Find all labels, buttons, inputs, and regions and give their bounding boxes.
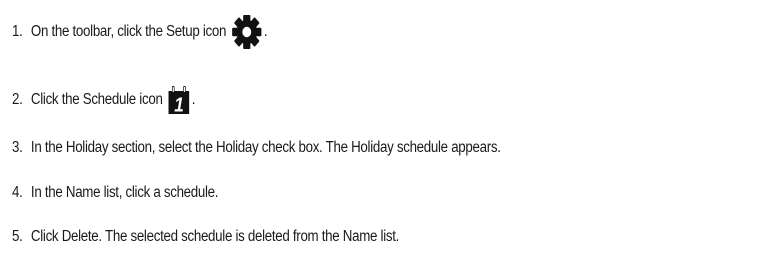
step-4: 4. In the Name list, click a schedule. bbox=[12, 183, 219, 203]
step-text: On the toolbar, click the Setup icon bbox=[30, 23, 227, 40]
step-2: 2. Click the Schedule icon 1 . bbox=[12, 83, 196, 117]
step-number: 4. bbox=[12, 184, 23, 201]
step-text: In the Holiday section, select the Holid… bbox=[30, 139, 501, 156]
step-3: 3. In the Holiday section, select the Ho… bbox=[12, 138, 501, 158]
calendar-icon-digit: 1 bbox=[174, 93, 183, 115]
instruction-steps: 1. On the toolbar, click the Setup icon … bbox=[0, 0, 767, 276]
step-5: 5. Click Delete. The selected schedule i… bbox=[12, 227, 399, 247]
step-text: Click Delete. The selected schedule is d… bbox=[30, 228, 400, 245]
step-text: Click the Schedule icon bbox=[30, 91, 163, 108]
gear-icon bbox=[231, 14, 262, 50]
calendar-icon: 1 bbox=[168, 85, 190, 116]
step-text: In the Name list, click a schedule. bbox=[30, 184, 219, 201]
step-number: 2. bbox=[12, 91, 23, 108]
step-number: 5. bbox=[12, 228, 23, 245]
step-period: . bbox=[191, 91, 196, 108]
step-number: 3. bbox=[12, 139, 23, 156]
step-number: 1. bbox=[12, 23, 23, 40]
step-1: 1. On the toolbar, click the Setup icon … bbox=[12, 14, 268, 50]
step-period: . bbox=[263, 23, 268, 40]
